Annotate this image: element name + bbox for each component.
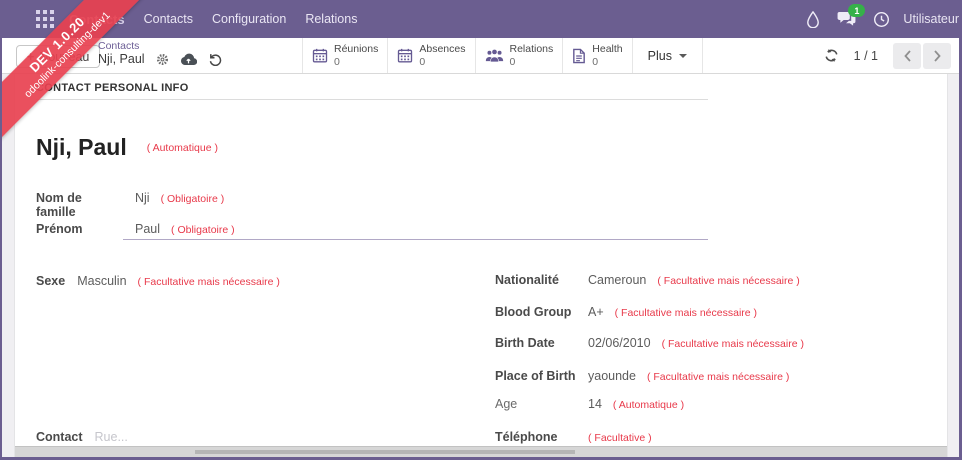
messages-icon[interactable]: 1	[837, 4, 866, 27]
app-window: Contacts Contacts Configuration Relation…	[0, 0, 962, 460]
field-age: Age 14 ( Automatique )	[495, 397, 684, 411]
field-note: ( Obligatoire )	[171, 224, 235, 236]
blood-group-input[interactable]: A+	[588, 305, 604, 319]
field-note: ( Facultative mais nécessaire )	[646, 371, 790, 383]
field-label: Contact	[36, 430, 83, 444]
stat-label: Réunions	[334, 43, 379, 56]
field-contact-address: Contact Rue...	[36, 430, 139, 444]
field-note: ( Facultative mais nécessaire )	[657, 275, 800, 287]
stat-button-reunions[interactable]: Réunions 0	[302, 38, 387, 73]
top-nav-bar: Contacts Contacts Configuration Relation…	[2, 0, 959, 38]
stat-button-relations[interactable]: Relations 0	[474, 38, 563, 73]
clipped-text-smudge	[195, 450, 575, 454]
calendar-icon	[312, 48, 328, 63]
breadcrumb-parent[interactable]: Contacts	[98, 40, 222, 52]
pager-next-button[interactable]	[923, 42, 951, 69]
refresh-icon[interactable]	[824, 48, 839, 63]
section-divider	[36, 99, 708, 100]
field-label: Place of Birth	[495, 369, 576, 383]
field-note: ( Facultative mais nécessaire )	[614, 307, 758, 319]
stat-value: 0	[419, 55, 426, 68]
first-name-input-underline	[123, 239, 708, 240]
field-label: Birth Date	[495, 336, 555, 350]
field-last-name: Nom de famille Nji ( Obligatoire )	[36, 191, 224, 219]
pager-previous-button[interactable]	[893, 42, 921, 69]
message-count-badge: 1	[848, 4, 866, 17]
clipped-next-section	[15, 446, 947, 457]
stat-label: Absences	[419, 43, 466, 56]
field-note: ( Facultative )	[588, 432, 652, 444]
field-birth-place: Place of Birth yaounde ( Facultative mai…	[495, 369, 789, 383]
new-button-label: Nouveau	[39, 49, 90, 64]
stat-button-health[interactable]: Health 0	[562, 38, 631, 73]
control-panel: + Nouveau Contacts Nji, Paul Réunions 0 …	[2, 38, 959, 74]
form-sheet: CONTACT PERSONAL INFO Nji, Paul ( Automa…	[14, 74, 948, 457]
breadcrumb: Contacts Nji, Paul	[98, 40, 222, 67]
nationality-input[interactable]: Cameroun	[588, 273, 646, 287]
cloud-save-icon[interactable]	[180, 53, 197, 66]
field-note: ( Facultative mais nécessaire )	[661, 338, 804, 350]
chevron-down-icon	[678, 53, 687, 58]
first-name-input[interactable]: Paul	[135, 222, 160, 236]
field-birth-date: Birth Date 02/06/2010 ( Facultative mais…	[495, 336, 804, 350]
field-note: ( Automatique )	[146, 141, 218, 154]
more-button[interactable]: Plus	[631, 38, 703, 73]
stat-value: 0	[334, 55, 340, 68]
field-label: Téléphone	[495, 430, 558, 444]
users-icon	[485, 48, 504, 63]
stat-value: 0	[509, 55, 516, 68]
pager: 1 / 1	[824, 38, 951, 73]
field-label: Age	[495, 397, 518, 411]
field-first-name: Prénom Paul ( Obligatoire )	[36, 222, 235, 236]
breadcrumb-current: Nji, Paul	[98, 52, 145, 67]
plus-icon: +	[27, 49, 35, 64]
section-title: CONTACT PERSONAL INFO	[36, 82, 189, 94]
stat-label: Health	[592, 43, 623, 56]
field-nationality: Nationalité Cameroun ( Facultative mais …	[495, 273, 800, 287]
droplet-icon[interactable]	[806, 10, 820, 28]
field-sex: Sexe Masculin ( Facultative mais nécessa…	[36, 274, 280, 288]
field-label: Nom de famille	[36, 191, 82, 219]
field-phone: Téléphone ( Facultative )	[495, 430, 652, 444]
record-title: Nji, Paul	[36, 134, 127, 160]
record-title-row: Nji, Paul ( Automatique )	[36, 134, 218, 161]
calendar-icon	[397, 48, 413, 63]
new-button[interactable]: + Nouveau	[16, 45, 101, 68]
street-input[interactable]: Rue...	[95, 430, 128, 444]
activities-clock-icon[interactable]	[873, 11, 890, 28]
field-note: ( Automatique )	[612, 399, 685, 411]
field-label: Blood Group	[495, 305, 572, 319]
field-label: Nationalité	[495, 273, 559, 287]
menu-configuration[interactable]: Configuration	[212, 12, 286, 26]
document-icon	[572, 48, 586, 64]
last-name-input[interactable]: Nji	[135, 191, 150, 205]
stat-button-group: Réunions 0 Absences 0 Relations 0 Health…	[302, 38, 703, 73]
stat-value: 0	[592, 55, 599, 68]
apps-grid-icon[interactable]	[36, 10, 54, 28]
pager-counter: 1 / 1	[853, 48, 878, 63]
age-value: 14	[588, 397, 602, 411]
stat-label: Relations	[509, 43, 554, 56]
sex-select[interactable]: Masculin	[77, 274, 126, 288]
birth-place-input[interactable]: yaounde	[588, 369, 636, 383]
stat-button-absences[interactable]: Absences 0	[387, 38, 474, 73]
undo-icon[interactable]	[208, 52, 222, 67]
menu-contacts[interactable]: Contacts	[144, 12, 193, 26]
birth-date-input[interactable]: 02/06/2010	[588, 336, 651, 350]
field-label: Sexe	[36, 274, 66, 288]
field-blood-group: Blood Group A+ ( Facultative mais nécess…	[495, 305, 757, 319]
more-button-label: Plus	[647, 48, 672, 63]
menu-relations[interactable]: Relations	[305, 12, 357, 26]
field-note: ( Obligatoire )	[160, 193, 225, 205]
gear-icon[interactable]	[156, 53, 169, 66]
user-menu[interactable]: Utilisateur	[903, 12, 959, 26]
field-note: ( Facultative mais nécessaire )	[137, 276, 280, 288]
field-label: Prénom	[36, 222, 83, 236]
app-name[interactable]: Contacts	[69, 12, 125, 27]
